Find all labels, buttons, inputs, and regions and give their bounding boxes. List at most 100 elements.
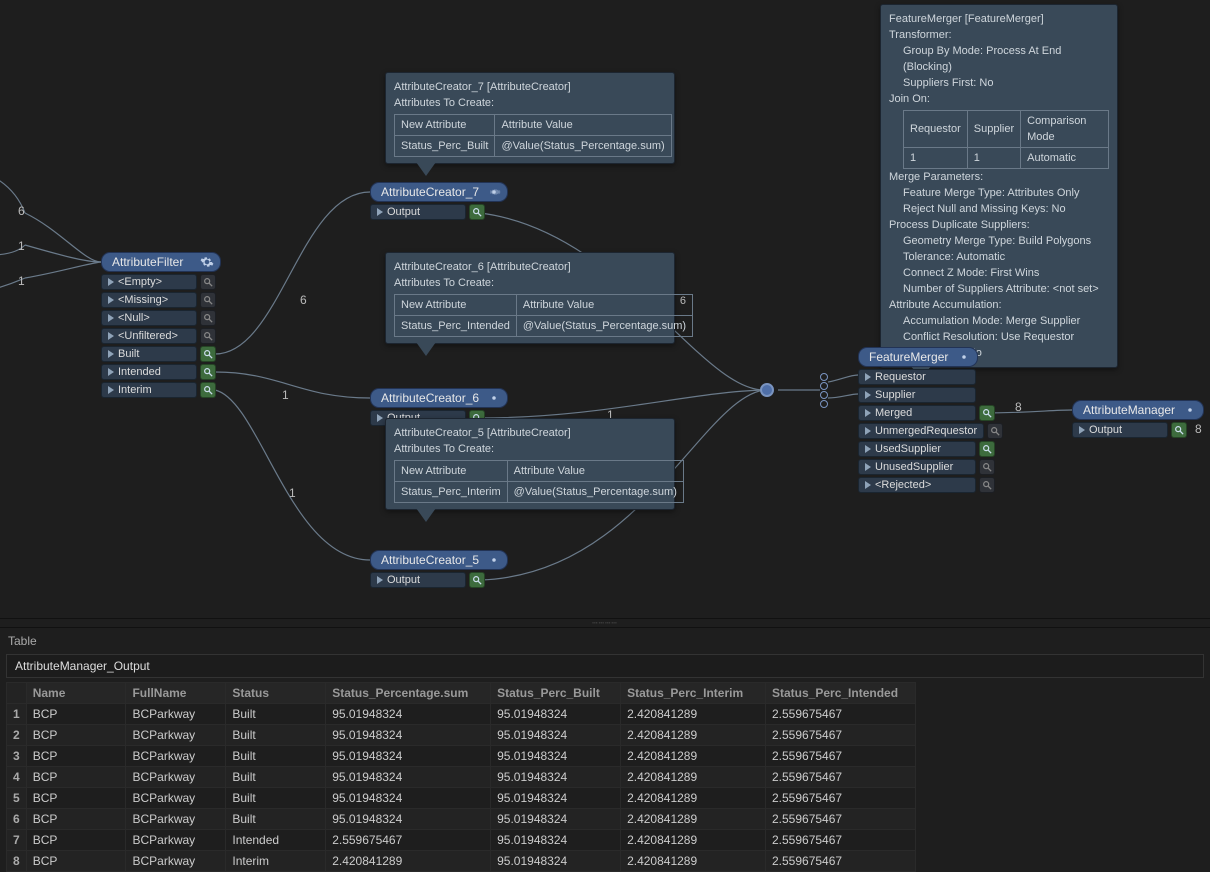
table-cell[interactable]: 6 xyxy=(7,809,27,830)
inspect-icon[interactable] xyxy=(979,477,995,493)
port-output[interactable]: UnusedSupplier xyxy=(858,459,976,475)
table-cell[interactable]: Built xyxy=(226,767,326,788)
column-header[interactable]: Name xyxy=(26,683,126,704)
table-cell[interactable]: BCP xyxy=(26,725,126,746)
table-cell[interactable]: 2.420841289 xyxy=(621,851,766,872)
table-cell[interactable]: 2.559675467 xyxy=(766,725,916,746)
port-output[interactable]: Built xyxy=(101,346,197,362)
inspect-icon[interactable] xyxy=(979,441,995,457)
table-cell[interactable]: 4 xyxy=(7,767,27,788)
inspect-icon[interactable] xyxy=(200,310,216,326)
table-row[interactable]: 2BCPBCParkwayBuilt95.0194832495.01948324… xyxy=(7,725,916,746)
table-row[interactable]: 8BCPBCParkwayInterim2.42084128995.019483… xyxy=(7,851,916,872)
table-cell[interactable]: Built xyxy=(226,746,326,767)
table-cell[interactable]: Interim xyxy=(226,851,326,872)
inspect-icon[interactable] xyxy=(200,292,216,308)
table-cell[interactable]: 2.559675467 xyxy=(766,851,916,872)
column-header[interactable]: Status xyxy=(226,683,326,704)
table-cell[interactable]: 1 xyxy=(7,704,27,725)
junction-dot[interactable] xyxy=(760,383,774,397)
table-cell[interactable]: 2.420841289 xyxy=(621,725,766,746)
table-cell[interactable]: BCParkway xyxy=(126,851,226,872)
port-output[interactable]: Output xyxy=(370,572,466,588)
table-cell[interactable]: 2.559675467 xyxy=(766,746,916,767)
table-cell[interactable]: 95.01948324 xyxy=(491,830,621,851)
table-cell[interactable]: 2.559675467 xyxy=(766,704,916,725)
inspect-icon[interactable] xyxy=(200,364,216,380)
port-input[interactable]: Supplier xyxy=(858,387,976,403)
table-row[interactable]: 4BCPBCParkwayBuilt95.0194832495.01948324… xyxy=(7,767,916,788)
horizontal-splitter[interactable]: ┄┄┄┄ xyxy=(0,618,1210,628)
table-cell[interactable]: 2.420841289 xyxy=(621,830,766,851)
table-cell[interactable]: BCP xyxy=(26,830,126,851)
table-cell[interactable]: 95.01948324 xyxy=(326,704,491,725)
table-cell[interactable]: 2.559675467 xyxy=(326,830,491,851)
node-title[interactable]: AttributeFilter xyxy=(101,252,221,272)
table-cell[interactable]: Built xyxy=(226,809,326,830)
table-cell[interactable]: 95.01948324 xyxy=(491,788,621,809)
table-cell[interactable]: BCP xyxy=(26,788,126,809)
table-cell[interactable]: 95.01948324 xyxy=(326,788,491,809)
gear-icon[interactable] xyxy=(957,350,971,364)
table-cell[interactable]: BCP xyxy=(26,851,126,872)
inspect-icon[interactable] xyxy=(1171,422,1187,438)
table-cell[interactable]: BCParkway xyxy=(126,725,226,746)
node-attributecreator5[interactable]: AttributeCreator_5 Output xyxy=(370,550,508,588)
port-output[interactable]: UnmergedRequestor xyxy=(858,423,984,439)
node-title[interactable]: AttributeCreator_7 xyxy=(370,182,508,202)
table-row[interactable]: 3BCPBCParkwayBuilt95.0194832495.01948324… xyxy=(7,746,916,767)
column-header[interactable]: Status_Perc_Intended xyxy=(766,683,916,704)
column-header[interactable]: Status_Perc_Interim xyxy=(621,683,766,704)
gear-icon[interactable] xyxy=(200,255,214,269)
node-attributefilter[interactable]: AttributeFilter <Empty><Missing><Null><U… xyxy=(101,252,221,398)
port-output[interactable]: UsedSupplier xyxy=(858,441,976,457)
table-cell[interactable]: 95.01948324 xyxy=(491,725,621,746)
table-cell[interactable]: Built xyxy=(226,704,326,725)
table-cell[interactable]: 95.01948324 xyxy=(491,851,621,872)
table-cell[interactable]: 2.559675467 xyxy=(766,809,916,830)
table-cell[interactable]: BCP xyxy=(26,746,126,767)
inspect-icon[interactable] xyxy=(987,423,1003,439)
node-title[interactable]: AttributeCreator_6 xyxy=(370,388,508,408)
port-output[interactable]: Intended xyxy=(101,364,197,380)
table-cell[interactable]: 2.420841289 xyxy=(621,767,766,788)
node-featuremerger[interactable]: FeatureMerger RequestorSupplier MergedUn… xyxy=(858,347,1003,493)
table-cell[interactable]: 2.420841289 xyxy=(621,788,766,809)
column-header[interactable] xyxy=(7,683,27,704)
inspect-icon[interactable] xyxy=(200,382,216,398)
table-cell[interactable]: 95.01948324 xyxy=(326,725,491,746)
table-row[interactable]: 1BCPBCParkwayBuilt95.0194832495.01948324… xyxy=(7,704,916,725)
table-cell[interactable]: BCP xyxy=(26,809,126,830)
table-cell[interactable]: 95.01948324 xyxy=(491,746,621,767)
port-output[interactable]: Output xyxy=(1072,422,1168,438)
table-cell[interactable]: BCP xyxy=(26,704,126,725)
table-cell[interactable]: Built xyxy=(226,725,326,746)
table-cell[interactable]: 95.01948324 xyxy=(491,809,621,830)
table-cell[interactable]: 95.01948324 xyxy=(326,809,491,830)
column-header[interactable]: FullName xyxy=(126,683,226,704)
table-cell[interactable]: 95.01948324 xyxy=(491,767,621,788)
table-cell[interactable]: 8 xyxy=(7,851,27,872)
table-cell[interactable]: 7 xyxy=(7,830,27,851)
port-output[interactable]: Interim xyxy=(101,382,197,398)
inspect-icon[interactable] xyxy=(979,459,995,475)
column-header[interactable]: Status_Percentage.sum xyxy=(326,683,491,704)
node-attributemanager[interactable]: AttributeManager Output xyxy=(1072,400,1204,438)
port-output[interactable]: Output xyxy=(370,204,466,220)
table-cell[interactable]: 2.420841289 xyxy=(326,851,491,872)
table-row[interactable]: 6BCPBCParkwayBuilt95.0194832495.01948324… xyxy=(7,809,916,830)
table-row[interactable]: 7BCPBCParkwayIntended2.55967546795.01948… xyxy=(7,830,916,851)
gear-icon[interactable] xyxy=(1183,403,1197,417)
table-cell[interactable]: 2.559675467 xyxy=(766,830,916,851)
gear-icon[interactable] xyxy=(487,391,501,405)
table-cell[interactable]: 2.559675467 xyxy=(766,767,916,788)
gear-icon[interactable] xyxy=(487,553,501,567)
inspect-icon[interactable] xyxy=(469,572,485,588)
inspect-icon[interactable] xyxy=(200,346,216,362)
table-cell[interactable]: 95.01948324 xyxy=(326,767,491,788)
table-cell[interactable]: 95.01948324 xyxy=(491,704,621,725)
table-cell[interactable]: 2.420841289 xyxy=(621,809,766,830)
table-row[interactable]: 5BCPBCParkwayBuilt95.0194832495.01948324… xyxy=(7,788,916,809)
table-cell[interactable]: BCParkway xyxy=(126,704,226,725)
port-input[interactable]: Requestor xyxy=(858,369,976,385)
